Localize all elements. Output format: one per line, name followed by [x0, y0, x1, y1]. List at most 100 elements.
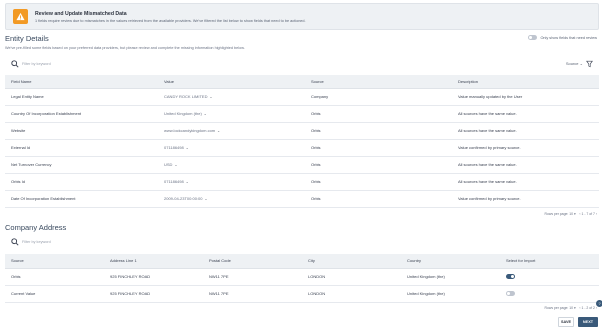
save-button[interactable]: SAVE	[558, 317, 574, 327]
value-dropdown[interactable]: United Kingdom (the) ⌄	[158, 105, 305, 123]
table-row: Country Of Incorporation Establishment U…	[5, 105, 599, 123]
value-text: USD	[164, 162, 173, 167]
entity-search-input[interactable]: Filter by keyword	[22, 62, 51, 66]
field-name: Website	[5, 122, 158, 140]
table-row: Net Turnover Currency USD ⌄ Orbis All sou…	[5, 156, 599, 174]
country-cell: United Kingdom (the)	[401, 268, 500, 286]
description-cell: Value confirmed by primary source.	[452, 190, 599, 208]
entity-details-subtitle: We've pre-filled some fields based on yo…	[5, 46, 245, 50]
field-name: Net Turnover Currency	[5, 156, 158, 174]
select-for-import-toggle[interactable]	[506, 291, 515, 296]
rows-per-page-select[interactable]: Rows per page: 10	[545, 306, 573, 310]
rows-per-page-select[interactable]: Rows per page: 10	[545, 212, 573, 216]
address-search-input[interactable]: Filter by keyword	[22, 240, 51, 244]
column-header: Country	[401, 254, 500, 269]
chevron-down-icon: ⌄	[203, 112, 207, 116]
source-dropdown[interactable]: Source ⌄	[566, 61, 583, 66]
value-dropdown[interactable]: 071186498 ⌄	[158, 139, 305, 157]
postal-cell: NW11 7PE	[203, 268, 302, 286]
description-cell: All sources have the same value.	[452, 156, 599, 174]
field-name: External Id	[5, 139, 158, 157]
address-cell: 925 FINCHLEY ROAD	[104, 285, 203, 303]
source-cell: Orbis	[305, 122, 452, 140]
search-icon	[11, 60, 19, 68]
source-cell: Current Value	[5, 285, 104, 303]
description-cell: Value confirmed by primary source.	[452, 139, 599, 157]
column-header: Source	[5, 254, 104, 269]
entity-pagination: Rows per page: 10 ▾ ‹ 1 - 7 of 7 ›	[544, 212, 597, 216]
search-icon	[11, 238, 19, 246]
chevron-down-icon: ⌄	[185, 180, 189, 184]
value-text: 2009-04-23T00:00:00	[164, 196, 203, 201]
next-page-icon[interactable]: ›	[596, 306, 597, 310]
alert-message: 1 fields require review due to mismatche…	[35, 19, 306, 23]
company-address-title: Company Address	[5, 223, 67, 232]
column-header: Address Line 1	[104, 254, 203, 269]
page-info: 1 - 7 of 7	[581, 212, 595, 216]
column-header: City	[302, 254, 401, 269]
source-cell: Orbis	[305, 190, 452, 208]
country-cell: United Kingdom (the)	[401, 285, 500, 303]
city-cell: LONDON	[302, 268, 401, 286]
prev-page-icon[interactable]: ‹	[579, 306, 580, 310]
field-name: Orbis Id	[5, 173, 158, 191]
source-cell: Orbis	[305, 156, 452, 174]
column-header: Value	[158, 75, 305, 89]
table-header-row: Source Address Line 1 Postal Code City C…	[5, 254, 599, 269]
select-cell	[500, 285, 599, 303]
source-cell: Company	[305, 88, 452, 106]
filter-icon[interactable]	[586, 60, 593, 68]
chevron-down-icon: ⌄	[209, 95, 213, 99]
chevron-down-icon: ⌄	[579, 61, 583, 66]
description-cell: All sources have the same value.	[452, 173, 599, 191]
select-cell	[500, 268, 599, 286]
entity-search-bar: Filter by keyword Source ⌄	[5, 58, 599, 70]
table-row: External Id 071186498 ⌄ Orbis Value confi…	[5, 139, 599, 157]
company-address-table: Source Address Line 1 Postal Code City C…	[5, 254, 599, 303]
value-dropdown[interactable]: 071186498 ⌄	[158, 173, 305, 191]
column-header: Description	[452, 75, 599, 89]
prev-page-icon[interactable]: ‹	[579, 212, 580, 216]
source-cell: Orbis	[305, 105, 452, 123]
only-review-toggle-label: Only show fields that need review	[540, 35, 597, 40]
entity-details-table: Field Name Value Source Description Lega…	[5, 75, 599, 208]
column-header: Select for Import	[500, 254, 599, 269]
source-cell: Orbis	[305, 173, 452, 191]
description-cell: All sources have the same value.	[452, 105, 599, 123]
address-search-bar: Filter by keyword	[5, 236, 599, 248]
help-icon[interactable]: ?	[596, 300, 602, 307]
value-dropdown[interactable]: CANDY ROCK LIMITED ⌄	[158, 88, 305, 106]
value-text: 071186498	[164, 145, 184, 150]
field-name: Country Of Incorporation Establishment	[5, 105, 158, 123]
value-text: 071186498	[164, 179, 184, 184]
alert-title: Review and Update Mismatched Data	[35, 11, 127, 17]
source-cell: Orbis	[305, 139, 452, 157]
only-review-toggle[interactable]	[528, 35, 538, 40]
value-dropdown[interactable]: www.lockcandykingdom.com ⌄	[158, 122, 305, 140]
source-dropdown-label: Source	[565, 61, 579, 66]
select-for-import-toggle[interactable]	[506, 274, 515, 279]
source-cell: Orbis	[5, 268, 104, 286]
chevron-down-icon: ⌄	[174, 163, 178, 167]
postal-cell: NW11 7PE	[203, 285, 302, 303]
value-dropdown[interactable]: 2009-04-23T00:00:00 ⌄	[158, 190, 305, 208]
table-row: Current Value 925 FINCHLEY ROAD NW11 7PE…	[5, 285, 599, 303]
column-header: Source	[305, 75, 452, 89]
description-cell: All sources have the same value.	[452, 122, 599, 140]
next-button[interactable]: NEXT	[578, 317, 598, 327]
table-row: Website www.lockcandykingdom.com ⌄ Orbis …	[5, 122, 599, 140]
field-name: Date Of Incorporation Establishment	[5, 190, 158, 208]
chevron-down-icon: ⌄	[204, 197, 208, 201]
description-cell: Value manually updated by the User	[452, 88, 599, 106]
review-toggle-row: Only show fields that need review	[528, 35, 597, 40]
chevron-down-icon: ⌄	[185, 146, 189, 150]
table-row: Orbis Id 071186498 ⌄ Orbis All sources ha…	[5, 173, 599, 191]
table-row: Date Of Incorporation Establishment 2009…	[5, 190, 599, 208]
entity-details-title: Entity Details	[5, 34, 49, 43]
next-page-icon[interactable]: ›	[596, 212, 597, 216]
column-header: Field Name	[5, 75, 158, 89]
value-dropdown[interactable]: USD ⌄	[158, 156, 305, 174]
chevron-down-icon: ⌄	[217, 129, 221, 133]
address-cell: 925 FINCHLEY ROAD	[104, 268, 203, 286]
field-name: Legal Entity Name	[5, 88, 158, 106]
